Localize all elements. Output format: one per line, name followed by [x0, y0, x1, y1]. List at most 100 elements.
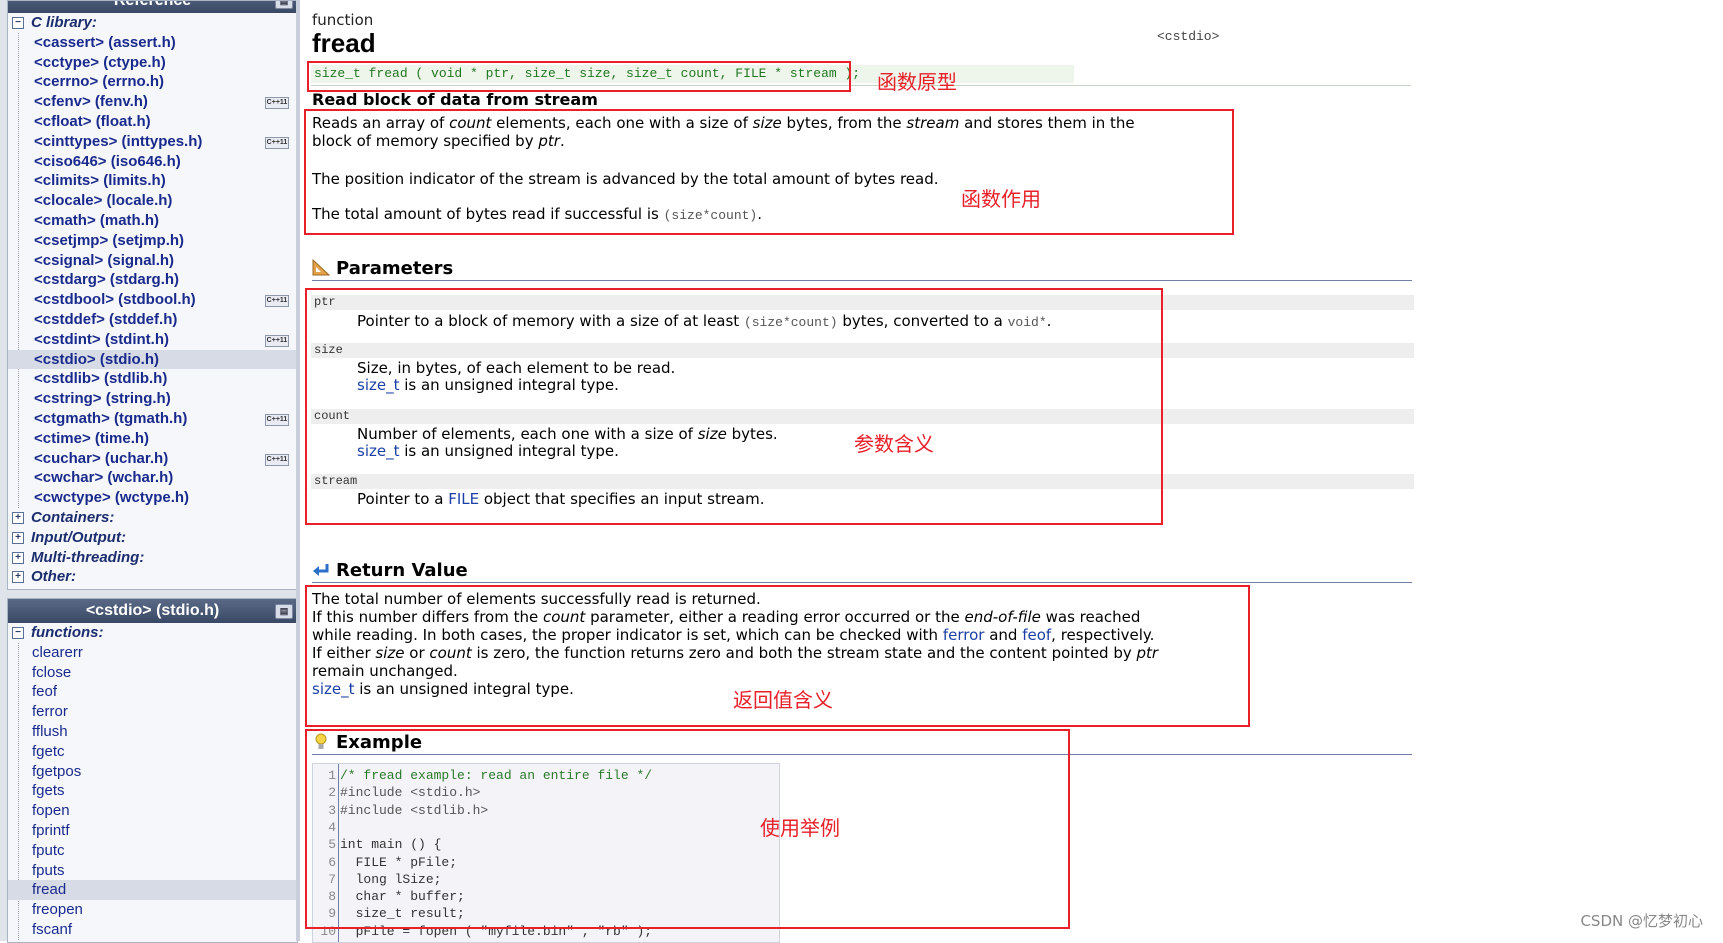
- sidebar-item-header[interactable]: <cwchar> (wchar.h): [8, 468, 297, 488]
- sidebar-item-header[interactable]: <cerrno> (errno.h): [8, 72, 297, 92]
- sidebar-item-label: <cctype> (ctype.h): [34, 53, 166, 71]
- sidebar-item-header[interactable]: <cfloat> (float.h): [8, 112, 297, 132]
- annotation-prototype-note: 函数原型: [877, 70, 957, 94]
- sidebar-item-function[interactable]: fclose: [8, 663, 297, 683]
- sidebar-item-label: <cuchar> (uchar.h): [34, 449, 169, 467]
- sidebar-item-label: <csignal> (signal.h): [34, 251, 175, 269]
- sidebar-item-label: <cfenv> (fenv.h): [34, 93, 148, 111]
- expand-icon[interactable]: +: [12, 511, 24, 524]
- sidebar-item-header[interactable]: <ctgmath> (tgmath.h) C++11: [8, 409, 297, 429]
- annotation-box-prototype: [307, 61, 851, 92]
- sidebar-item-function[interactable]: freopen: [8, 900, 297, 920]
- sidebar-item-label: fputs: [32, 861, 65, 879]
- annotation-example-note: 使用举例: [760, 816, 840, 840]
- header-file-link[interactable]: <cstdio>: [1157, 29, 1219, 44]
- sidebar-item-header[interactable]: <cstdbool> (stdbool.h) C++11: [8, 290, 297, 310]
- sidebar-item-function[interactable]: fputs: [8, 861, 297, 881]
- sidebar-item-header[interactable]: <cstdio> (stdio.h): [8, 349, 297, 370]
- tree-group-functions[interactable]: − functions:: [8, 623, 297, 643]
- sidebar-item-function[interactable]: feof: [8, 682, 297, 702]
- sidebar-item-header[interactable]: <climits> (limits.h): [8, 171, 297, 191]
- sidebar-item-label: <cassert> (assert.h): [34, 33, 176, 51]
- panel-toggle-icon[interactable]: ▤: [275, 604, 293, 619]
- function-subtitle: Read block of data from stream: [312, 90, 598, 109]
- tree-group-c-library[interactable]: − C library:: [8, 13, 297, 33]
- expand-icon[interactable]: +: [12, 551, 24, 564]
- sidebar-item-label: fgets: [32, 782, 65, 800]
- sidebar-item-function[interactable]: fread: [8, 880, 297, 901]
- sidebar-item-header[interactable]: <cuchar> (uchar.h) C++11: [8, 449, 297, 469]
- parameters-heading: Parameters: [312, 258, 453, 279]
- sidebar-item-function[interactable]: fgetc: [8, 742, 297, 762]
- cpp11-badge-icon: C++11: [265, 413, 289, 426]
- sidebar-item-header[interactable]: <cinttypes> (inttypes.h) C++11: [8, 132, 297, 152]
- sidebar-item-header[interactable]: <csignal> (signal.h): [8, 251, 297, 271]
- collapse-icon[interactable]: −: [12, 627, 24, 639]
- sidebar-item-header[interactable]: <cstdlib> (stdlib.h): [8, 369, 297, 389]
- sidebar-item-label: <csetjmp> (setjmp.h): [34, 231, 185, 249]
- sidebar-item-label: fgetc: [32, 742, 65, 760]
- sidebar-item-label: fgetpos: [32, 762, 82, 780]
- sidebar-item-function[interactable]: fscanf: [8, 920, 297, 940]
- cpp11-badge-icon: C++11: [265, 295, 289, 308]
- sidebar-item-header[interactable]: <ctime> (time.h): [8, 429, 297, 449]
- annotation-params-note: 参数含义: [854, 432, 934, 456]
- sidebar-item-label: <cstdio> (stdio.h): [34, 350, 160, 368]
- sidebar-item-label: <ciso646> (iso646.h): [34, 152, 181, 170]
- tree-group[interactable]: + Containers:: [8, 508, 297, 528]
- sidebar-item-header[interactable]: <cstdarg> (stdarg.h): [8, 270, 297, 290]
- sidebar-item-header[interactable]: <cmath> (math.h): [8, 211, 297, 231]
- ruler-icon: [312, 259, 330, 276]
- panel-toggle-icon[interactable]: ▤: [275, 1, 293, 9]
- entity-kind: function: [312, 11, 374, 29]
- sidebar-item-function[interactable]: fgetpos: [8, 762, 297, 782]
- expand-icon[interactable]: +: [12, 571, 24, 584]
- sidebar-item-header[interactable]: <cstring> (string.h): [8, 389, 297, 409]
- tree-group[interactable]: + Multi-threading:: [8, 548, 297, 568]
- return-value-heading: Return Value: [312, 560, 468, 581]
- sidebar-item-function[interactable]: fprintf: [8, 821, 297, 841]
- sidebar-item-header[interactable]: <cstddef> (stddef.h): [8, 310, 297, 330]
- sidebar: Reference ▤ − C library: <cassert> (asse…: [0, 0, 300, 943]
- sidebar-item-label: <ctgmath> (tgmath.h): [34, 409, 188, 427]
- sidebar-item-function[interactable]: fgets: [8, 781, 297, 801]
- sidebar-item-function[interactable]: fopen: [8, 801, 297, 821]
- sidebar-item-header[interactable]: <cctype> (ctype.h): [8, 53, 297, 73]
- sidebar-item-function[interactable]: fputc: [8, 841, 297, 861]
- tree-group[interactable]: + Other:: [8, 567, 297, 587]
- sidebar-item-label: <climits> (limits.h): [34, 172, 166, 190]
- divider: [312, 280, 1412, 281]
- return-arrow-icon: [313, 564, 329, 576]
- expand-icon[interactable]: +: [12, 531, 24, 544]
- function-list: clearerr fclose feof ferror fflush fgetc fgetp…: [8, 642, 297, 940]
- sidebar-item-label: <cstddef> (stddef.h): [34, 310, 178, 328]
- header-panel: <cstdio> (stdio.h) ▤ − functions: cleare…: [7, 598, 298, 943]
- sidebar-scrollbar[interactable]: [296, 0, 300, 941]
- sidebar-item-label: <cmath> (math.h): [34, 211, 160, 229]
- sidebar-item-header[interactable]: <clocale> (locale.h): [8, 191, 297, 211]
- sidebar-item-label: freopen: [32, 901, 83, 919]
- library-panel-title: Reference ▤: [8, 0, 297, 13]
- header-list: <cassert> (assert.h) <cctype> (ctype.h) <c…: [8, 32, 297, 508]
- annotation-purpose-note: 函数作用: [961, 187, 1041, 211]
- sidebar-item-header[interactable]: <cwctype> (wctype.h): [8, 488, 297, 508]
- sidebar-item-header[interactable]: <ciso646> (iso646.h): [8, 152, 297, 172]
- sidebar-item-header[interactable]: <csetjmp> (setjmp.h): [8, 231, 297, 251]
- watermark: CSDN @忆梦初心: [1580, 912, 1703, 930]
- sidebar-item-header[interactable]: <cassert> (assert.h): [8, 33, 297, 53]
- sidebar-item-function[interactable]: ferror: [8, 702, 297, 722]
- cpp11-badge-icon: C++11: [265, 97, 289, 110]
- sidebar-item-label: <cwctype> (wctype.h): [34, 489, 190, 507]
- sidebar-item-header[interactable]: <cfenv> (fenv.h) C++11: [8, 92, 297, 112]
- tree-group[interactable]: + Input/Output:: [8, 528, 297, 548]
- sidebar-item-label: fopen: [32, 802, 70, 820]
- sidebar-item-label: fclose: [32, 663, 72, 681]
- section-title: Parameters: [336, 258, 454, 279]
- sidebar-item-function[interactable]: fflush: [8, 722, 297, 742]
- library-panel-title-text: Reference: [113, 0, 192, 9]
- sidebar-item-header[interactable]: <cstdint> (stdint.h) C++11: [8, 330, 297, 350]
- tree-group-label: Other:: [31, 568, 76, 586]
- sidebar-item-label: <cinttypes> (inttypes.h): [34, 132, 203, 150]
- collapse-icon[interactable]: −: [12, 17, 24, 29]
- sidebar-item-function[interactable]: clearerr: [8, 643, 297, 663]
